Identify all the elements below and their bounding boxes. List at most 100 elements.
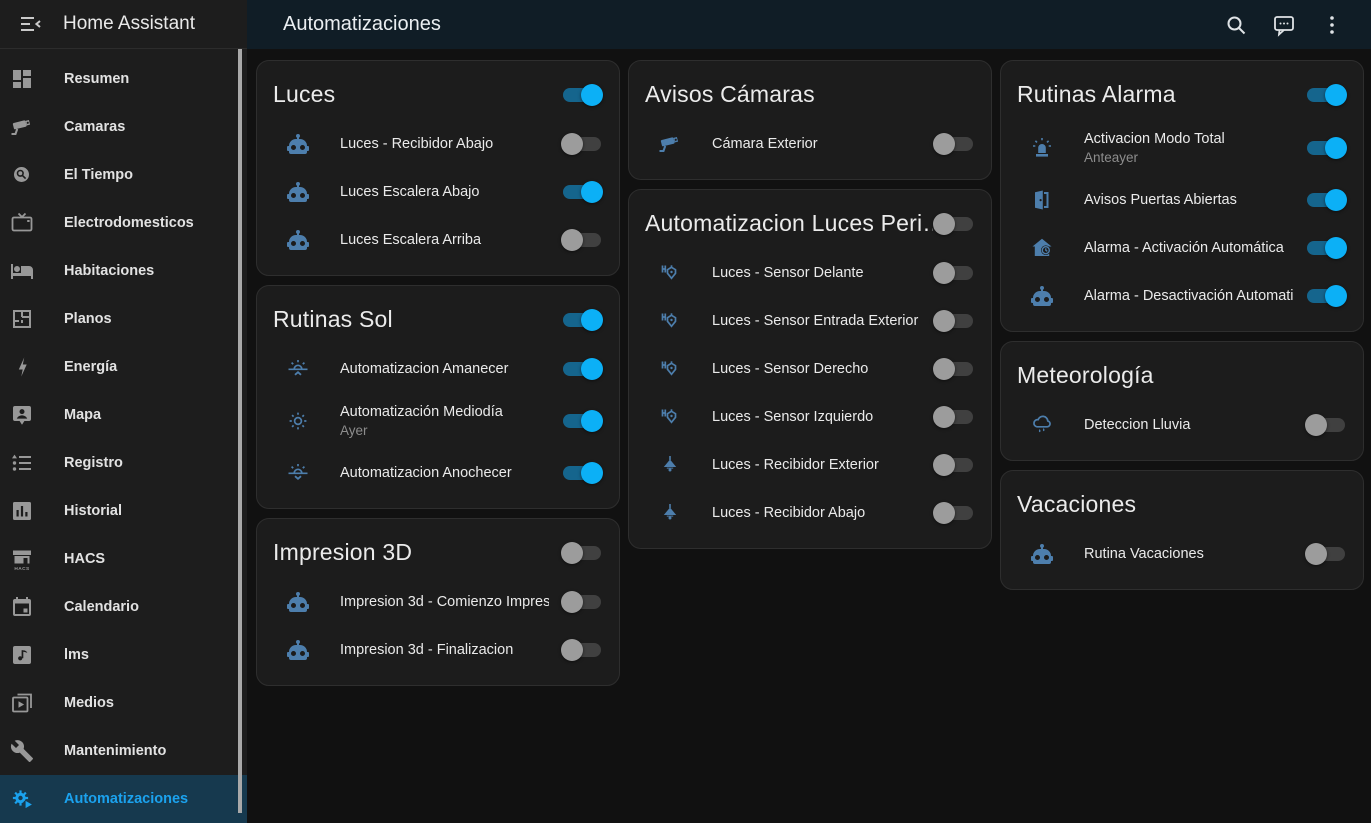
more-vert-icon[interactable]: [1320, 13, 1344, 37]
automation-row[interactable]: Activacion Modo Total Anteayer: [1001, 120, 1363, 176]
sidebar-item-label: Calendario: [64, 599, 139, 615]
sidebar-item-label: Registro: [64, 455, 123, 471]
automation-row[interactable]: Alarma - Activación Automática: [1001, 224, 1363, 272]
sidebar-item-electrodomesticos[interactable]: Electrodomesticos: [0, 199, 247, 247]
automation-row[interactable]: Impresion 3d - Finalizacion: [257, 626, 619, 674]
sidebar-scrollbar[interactable]: [238, 49, 242, 813]
sidebar-item-label: Automatizaciones: [64, 791, 188, 807]
sidebar-item-camaras[interactable]: Camaras: [0, 103, 247, 151]
group-toggle[interactable]: [1305, 83, 1347, 107]
sidebar: Home Assistant Resumen Camaras El Tiempo…: [0, 0, 247, 813]
card-rutinas-sol: Rutinas Sol Automatizacion Amanecer Auto…: [256, 285, 620, 509]
dashboard: Luces Luces - Recibidor Abajo Luces Esca…: [247, 49, 1371, 813]
sidebar-item-label: Medios: [64, 695, 114, 711]
chat-icon[interactable]: [1272, 13, 1296, 37]
group-toggle[interactable]: [561, 83, 603, 107]
sidebar-item-historial[interactable]: Historial: [0, 487, 247, 535]
automation-toggle[interactable]: [1305, 284, 1347, 308]
automation-name: Automatizacion Amanecer: [340, 361, 549, 377]
sidebar-menu-icon[interactable]: [19, 12, 43, 36]
automation-row[interactable]: Luces - Recibidor Exterior: [629, 441, 991, 489]
automation-row[interactable]: Cámara Exterior: [629, 120, 991, 168]
automation-toggle[interactable]: [561, 228, 603, 252]
rain-cloud-icon: [1030, 413, 1054, 437]
sidebar-item-planos[interactable]: Planos: [0, 295, 247, 343]
column-2: Avisos Cámaras Cámara Exterior Automatiz…: [628, 60, 992, 549]
group-toggle[interactable]: [561, 541, 603, 565]
automation-row[interactable]: Luces - Sensor Derecho: [629, 345, 991, 393]
card-vacaciones: Vacaciones Rutina Vacaciones: [1000, 470, 1364, 590]
automation-toggle[interactable]: [933, 261, 975, 285]
group-toggle[interactable]: [933, 212, 975, 236]
automation-toggle[interactable]: [561, 357, 603, 381]
automation-row[interactable]: Rutina Vacaciones: [1001, 530, 1363, 578]
automation-row[interactable]: Automatizacion Amanecer: [257, 345, 619, 393]
ceiling-light-icon: [658, 501, 682, 525]
automation-row[interactable]: Automatizacion Anochecer: [257, 449, 619, 497]
app-title: Home Assistant: [63, 13, 195, 35]
wall-lantern-icon: [658, 261, 682, 285]
sidebar-item-lms[interactable]: lms: [0, 631, 247, 679]
sidebar-header: Home Assistant: [0, 0, 247, 49]
automation-toggle[interactable]: [933, 405, 975, 429]
sidebar-item-el-tiempo[interactable]: El Tiempo: [0, 151, 247, 199]
sidebar-item-label: Historial: [64, 503, 122, 519]
automation-toggle[interactable]: [561, 461, 603, 485]
automation-toggle[interactable]: [561, 638, 603, 662]
robot-icon: [286, 638, 310, 662]
automation-name: Luces - Recibidor Exterior: [712, 457, 921, 473]
robot-icon: [286, 228, 310, 252]
search-icon[interactable]: [1224, 13, 1248, 37]
automation-toggle[interactable]: [1305, 188, 1347, 212]
automation-row[interactable]: Luces - Recibidor Abajo: [257, 120, 619, 168]
automation-row[interactable]: Impresion 3d - Comienzo Impresi…: [257, 578, 619, 626]
automation-toggle[interactable]: [933, 501, 975, 525]
automation-toggle[interactable]: [561, 590, 603, 614]
automation-toggle[interactable]: [933, 453, 975, 477]
sidebar-item-label: Habitaciones: [64, 263, 154, 279]
automation-toggle[interactable]: [561, 180, 603, 204]
automation-toggle[interactable]: [933, 132, 975, 156]
automation-toggle[interactable]: [933, 309, 975, 333]
automation-toggle[interactable]: [1305, 542, 1347, 566]
robot-icon: [1030, 284, 1054, 308]
automation-row[interactable]: Luces - Sensor Delante: [629, 249, 991, 297]
logbook-list-icon: [10, 451, 34, 475]
automation-toggle[interactable]: [561, 409, 603, 433]
sidebar-item-calendario[interactable]: Calendario: [0, 583, 247, 631]
automation-row[interactable]: Deteccion Lluvia: [1001, 401, 1363, 449]
automation-row[interactable]: Alarma - Desactivación Automatic…: [1001, 272, 1363, 320]
card-title: Automatizacion Luces Peri…: [645, 210, 933, 237]
robot-icon: [1030, 542, 1054, 566]
sidebar-item-registro[interactable]: Registro: [0, 439, 247, 487]
sidebar-item-hacs[interactable]: HACS: [0, 535, 247, 583]
sidebar-item-mapa[interactable]: Mapa: [0, 391, 247, 439]
automation-row[interactable]: Avisos Puertas Abiertas: [1001, 176, 1363, 224]
automation-toggle[interactable]: [933, 357, 975, 381]
automation-name: Luces Escalera Abajo: [340, 184, 549, 200]
automation-toggle[interactable]: [1305, 413, 1347, 437]
sidebar-item-resumen[interactable]: Resumen: [0, 55, 247, 103]
automation-row[interactable]: Luces Escalera Arriba: [257, 216, 619, 264]
automation-toggle[interactable]: [1305, 236, 1347, 260]
automation-name: Luces - Recibidor Abajo: [712, 505, 921, 521]
automation-name: Cámara Exterior: [712, 136, 921, 152]
automation-row[interactable]: Luces - Sensor Izquierdo: [629, 393, 991, 441]
automation-row[interactable]: Luces - Sensor Entrada Exterior: [629, 297, 991, 345]
sidebar-item-label: Mapa: [64, 407, 101, 423]
sidebar-item-energia[interactable]: Energía: [0, 343, 247, 391]
automation-row[interactable]: Automatización Mediodía Ayer: [257, 393, 619, 449]
group-toggle[interactable]: [561, 308, 603, 332]
sidebar-item-habitaciones[interactable]: Habitaciones: [0, 247, 247, 295]
automation-toggle[interactable]: [1305, 136, 1347, 160]
sidebar-item-label: Camaras: [64, 119, 125, 135]
siren-icon: [1030, 136, 1054, 160]
sidebar-item-mantenimiento[interactable]: Mantenimiento: [0, 727, 247, 775]
automation-name: Activacion Modo Total: [1084, 131, 1293, 147]
sidebar-item-medios[interactable]: Medios: [0, 679, 247, 727]
card-automatizacion-luces-perimetro: Automatizacion Luces Peri… Luces - Senso…: [628, 189, 992, 549]
automation-row[interactable]: Luces - Recibidor Abajo: [629, 489, 991, 537]
sidebar-item-automatizaciones[interactable]: Automatizaciones: [0, 775, 247, 823]
automation-toggle[interactable]: [561, 132, 603, 156]
automation-row[interactable]: Luces Escalera Abajo: [257, 168, 619, 216]
